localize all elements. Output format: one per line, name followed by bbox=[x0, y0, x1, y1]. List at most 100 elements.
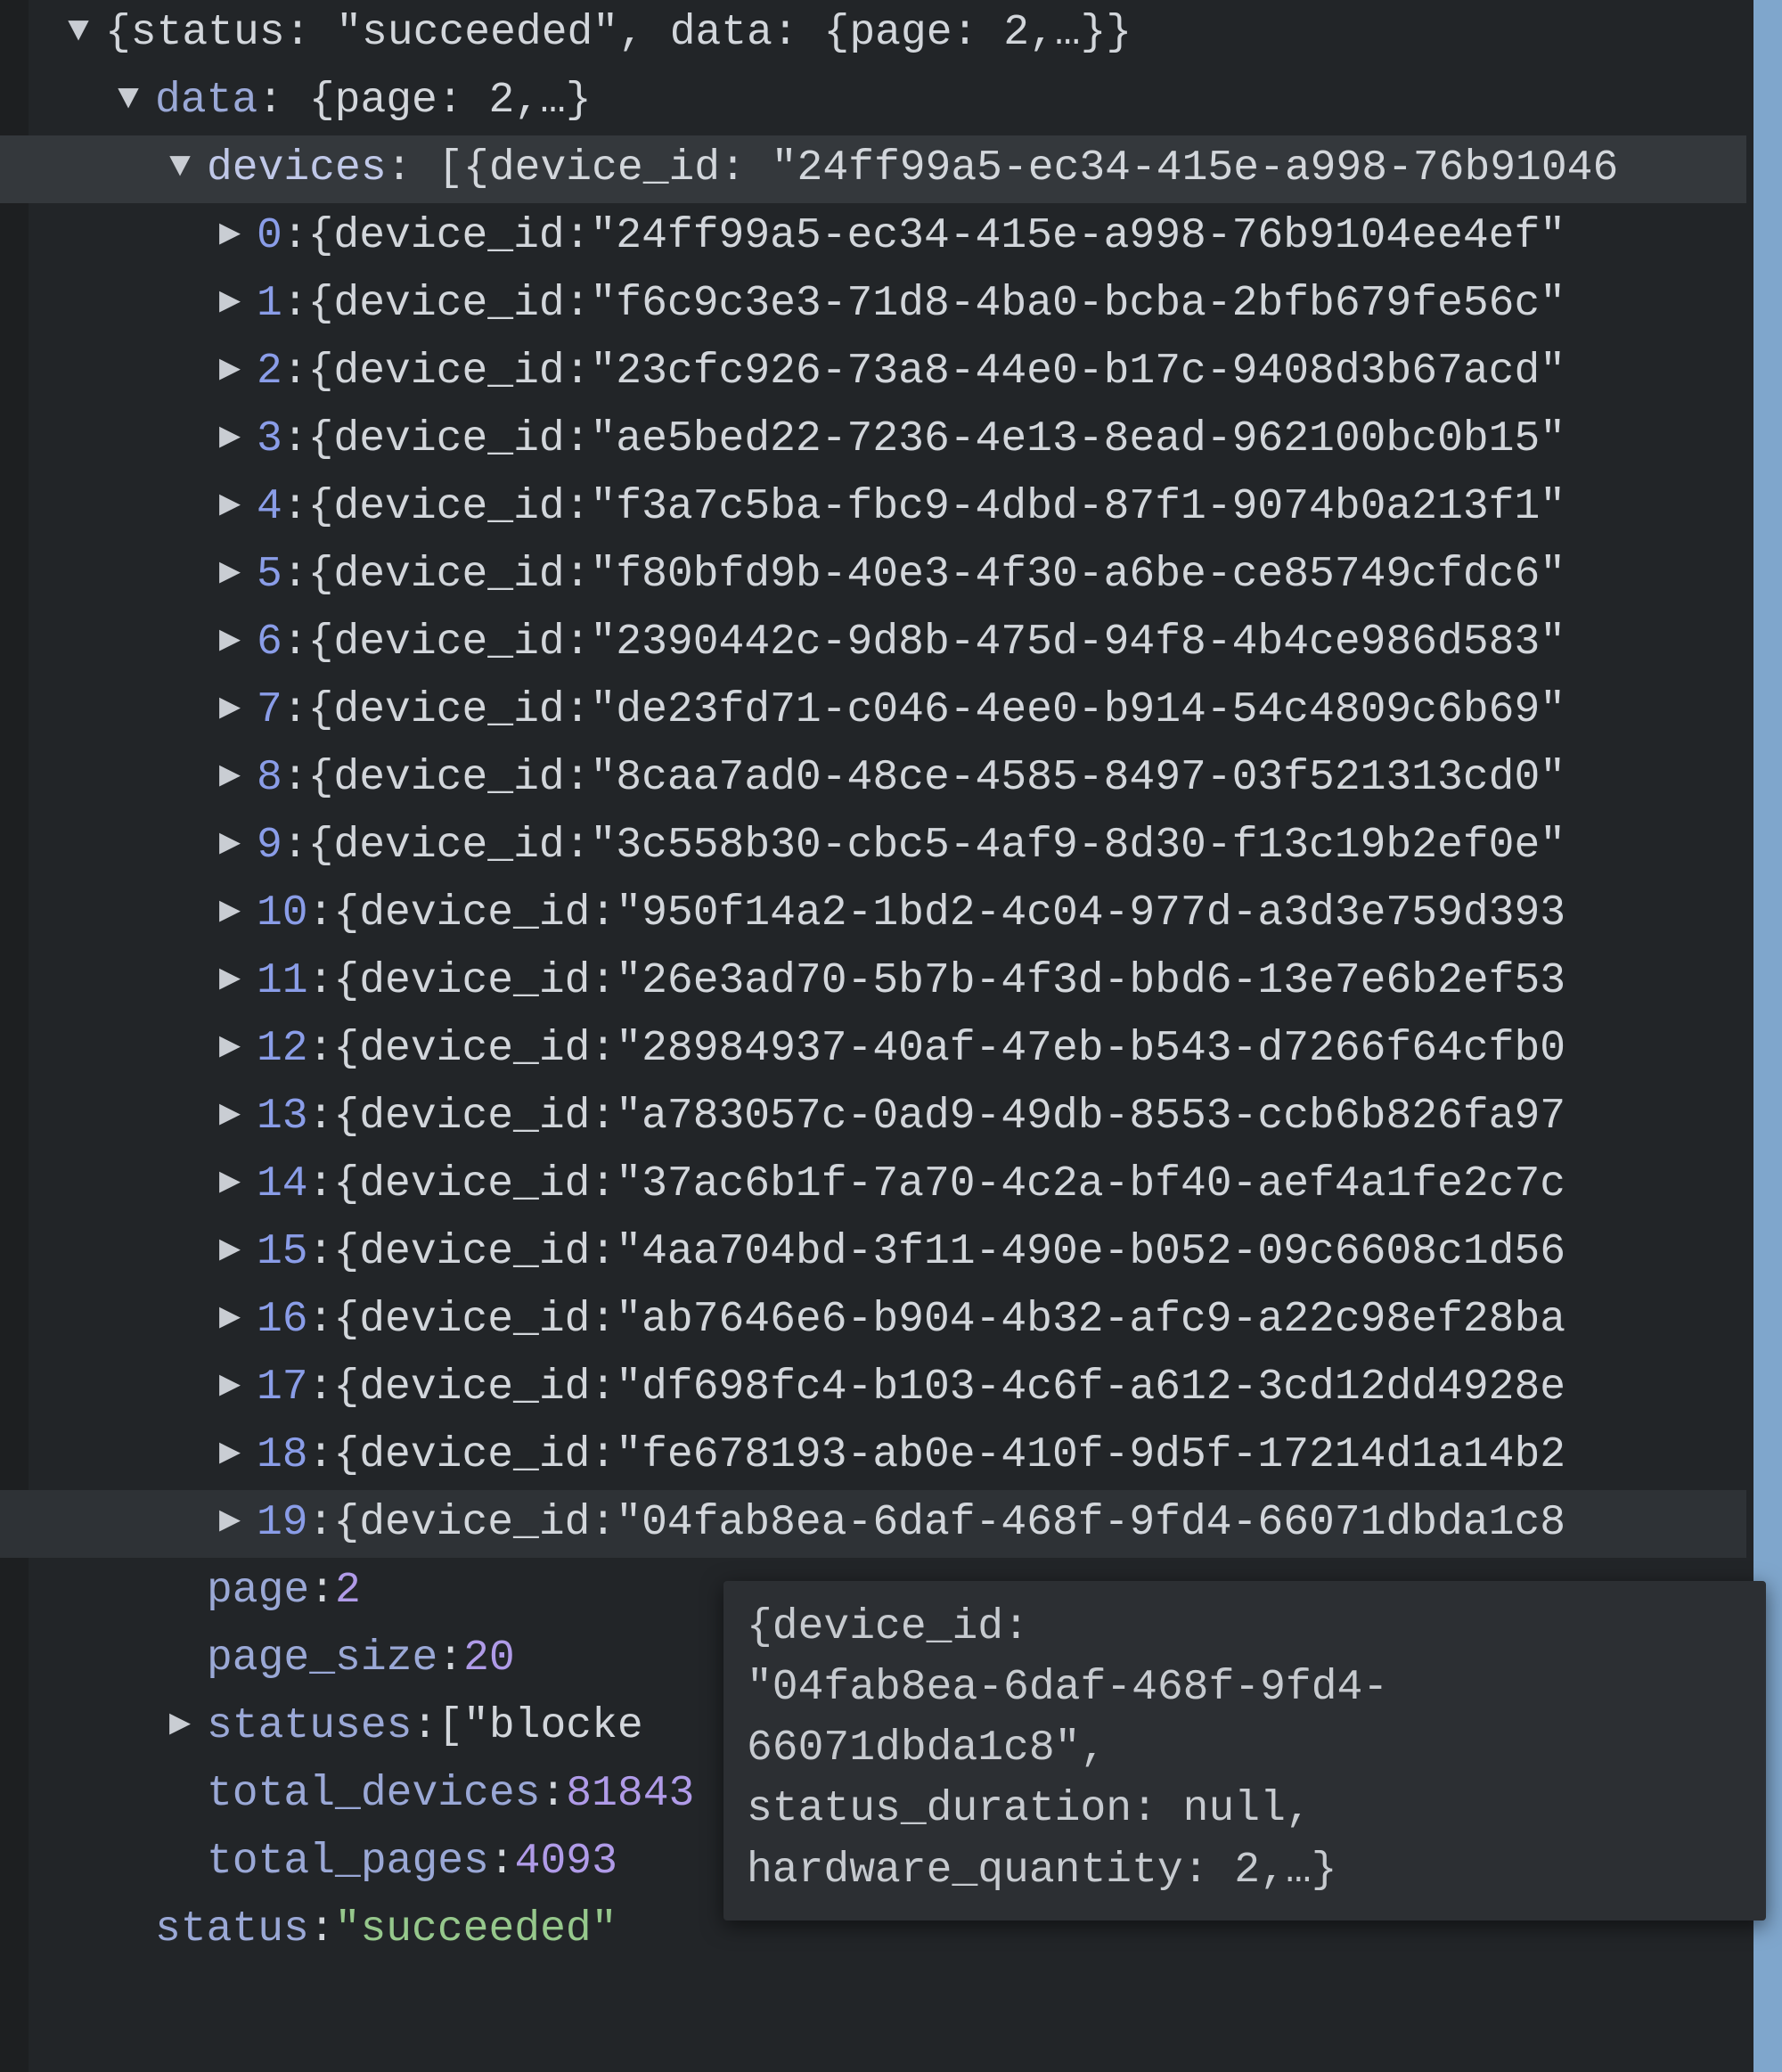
device-item-summary: {device_id: bbox=[333, 948, 616, 1016]
device-item-summary: {device_id: bbox=[308, 406, 591, 474]
devices-summary: : [{device_id: "24ff99a5-ec34-415e-a998-… bbox=[387, 135, 1619, 203]
key-page-size: page_size bbox=[207, 1626, 437, 1693]
chevron-right-icon[interactable]: ▶ bbox=[212, 1155, 248, 1211]
tree-row-device-item[interactable]: ▶17: {device_id: "df698fc4-b103-4c6f-a61… bbox=[0, 1355, 1746, 1422]
device-item-summary: {device_id: bbox=[333, 1084, 616, 1151]
tree-row-device-item[interactable]: ▶13: {device_id: "a783057c-0ad9-49db-855… bbox=[0, 1084, 1746, 1151]
tooltip-line: {device_id: bbox=[747, 1597, 1743, 1658]
chevron-right-icon[interactable]: ▶ bbox=[212, 1494, 248, 1550]
array-index: 9 bbox=[257, 813, 282, 880]
device-id-value: "fe678193-ab0e-410f-9d5f-17214d1a14b2 bbox=[616, 1422, 1565, 1490]
device-item-summary: {device_id: bbox=[308, 339, 591, 406]
device-id-value: "3c558b30-cbc5-4af9-8d30-f13c19b2ef0e" bbox=[590, 813, 1565, 880]
tree-row-devices[interactable]: ▼ devices : [{device_id: "24ff99a5-ec34-… bbox=[0, 135, 1746, 203]
array-index: 11 bbox=[257, 948, 308, 1016]
device-id-value: "a783057c-0ad9-49db-8553-ccb6b826fa97 bbox=[616, 1084, 1565, 1151]
device-item-summary: {device_id: bbox=[333, 1016, 616, 1084]
tree-row-device-item[interactable]: ▶6: {device_id: "2390442c-9d8b-475d-94f8… bbox=[0, 610, 1746, 677]
device-item-summary: {device_id: bbox=[308, 271, 591, 339]
chevron-right-icon[interactable]: ▶ bbox=[212, 1020, 248, 1076]
key-total-devices: total_devices bbox=[207, 1761, 540, 1829]
data-summary: : {page: 2,…} bbox=[257, 68, 591, 135]
tree-row-device-item[interactable]: ▶7: {device_id: "de23fd71-c046-4ee0-b914… bbox=[0, 677, 1746, 745]
chevron-right-icon[interactable]: ▶ bbox=[212, 681, 248, 737]
array-index: 19 bbox=[257, 1490, 308, 1558]
chevron-right-icon[interactable]: ▶ bbox=[212, 1223, 248, 1279]
chevron-right-icon[interactable]: ▶ bbox=[212, 884, 248, 940]
array-index: 18 bbox=[257, 1422, 308, 1490]
tree-row-device-item[interactable]: ▶4: {device_id: "f3a7c5ba-fbc9-4dbd-87f1… bbox=[0, 474, 1746, 542]
device-item-summary: {device_id: bbox=[333, 1219, 616, 1287]
value-statuses: ["blocke bbox=[437, 1693, 642, 1761]
tree-row-device-item[interactable]: ▶18: {device_id: "fe678193-ab0e-410f-9d5… bbox=[0, 1422, 1746, 1490]
array-index: 17 bbox=[257, 1355, 308, 1422]
chevron-right-icon[interactable]: ▶ bbox=[212, 952, 248, 1008]
chevron-right-icon[interactable]: ▶ bbox=[212, 749, 248, 805]
chevron-right-icon[interactable]: ▶ bbox=[212, 545, 248, 602]
chevron-right-icon[interactable]: ▶ bbox=[212, 410, 248, 466]
chevron-right-icon[interactable]: ▶ bbox=[212, 1290, 248, 1347]
tree-row-device-item[interactable]: ▶12: {device_id: "28984937-40af-47eb-b54… bbox=[0, 1016, 1746, 1084]
chevron-right-icon[interactable]: ▶ bbox=[212, 1426, 248, 1482]
chevron-right-icon[interactable]: ▶ bbox=[212, 816, 248, 872]
device-item-summary: {device_id: bbox=[308, 542, 591, 610]
chevron-down-icon[interactable]: ▼ bbox=[110, 71, 146, 127]
chevron-right-icon[interactable]: ▶ bbox=[212, 1087, 248, 1143]
device-item-summary: {device_id: bbox=[333, 1287, 616, 1355]
array-index: 5 bbox=[257, 542, 282, 610]
device-item-summary: {device_id: bbox=[333, 880, 616, 948]
chevron-right-icon[interactable]: ▶ bbox=[212, 342, 248, 398]
tree-row-device-item[interactable]: ▶2: {device_id: "23cfc926-73a8-44e0-b17c… bbox=[0, 339, 1746, 406]
array-index: 6 bbox=[257, 610, 282, 677]
device-id-value: "f6c9c3e3-71d8-4ba0-bcba-2bfb679fe56c" bbox=[590, 271, 1565, 339]
device-id-value: "26e3ad70-5b7b-4f3d-bbd6-13e7e6b2ef53 bbox=[616, 948, 1565, 1016]
tree-row-device-item[interactable]: ▶15: {device_id: "4aa704bd-3f11-490e-b05… bbox=[0, 1219, 1746, 1287]
device-id-value: "2390442c-9d8b-475d-94f8-4b4ce986d583" bbox=[590, 610, 1565, 677]
hover-tooltip: {device_id: "04fab8ea-6daf-468f-9fd4-660… bbox=[723, 1581, 1766, 1920]
chevron-down-icon[interactable]: ▼ bbox=[162, 139, 198, 195]
tree-row-device-item[interactable]: ▶11: {device_id: "26e3ad70-5b7b-4f3d-bbd… bbox=[0, 948, 1746, 1016]
array-index: 3 bbox=[257, 406, 282, 474]
device-item-summary: {device_id: bbox=[333, 1151, 616, 1219]
device-item-summary: {device_id: bbox=[333, 1355, 616, 1422]
chevron-right-icon[interactable]: ▶ bbox=[212, 274, 248, 331]
tree-row-device-item[interactable]: ▶10: {device_id: "950f14a2-1bd2-4c04-977… bbox=[0, 880, 1746, 948]
tree-row-data[interactable]: ▼ data : {page: 2,…} bbox=[0, 68, 1746, 135]
tree-row-device-item[interactable]: ▶0: {device_id: "24ff99a5-ec34-415e-a998… bbox=[0, 203, 1746, 271]
device-id-value: "28984937-40af-47eb-b543-d7266f64cfb0 bbox=[616, 1016, 1565, 1084]
device-id-value: "4aa704bd-3f11-490e-b052-09c6608c1d56 bbox=[616, 1219, 1565, 1287]
key-page: page bbox=[207, 1558, 309, 1626]
tree-row-device-item[interactable]: ▶5: {device_id: "f80bfd9b-40e3-4f30-a6be… bbox=[0, 542, 1746, 610]
chevron-down-icon[interactable]: ▼ bbox=[61, 4, 96, 60]
device-id-value: "ab7646e6-b904-4b32-afc9-a22c98ef28ba bbox=[616, 1287, 1565, 1355]
array-index: 1 bbox=[257, 271, 282, 339]
devices-array: ▶0: {device_id: "24ff99a5-ec34-415e-a998… bbox=[0, 203, 1746, 1558]
tree-row-device-item[interactable]: ▶16: {device_id: "ab7646e6-b904-4b32-afc… bbox=[0, 1287, 1746, 1355]
value-page: 2 bbox=[335, 1558, 361, 1626]
tree-row-device-item[interactable]: ▶19: {device_id: "04fab8ea-6daf-468f-9fd… bbox=[0, 1490, 1746, 1558]
tree-row-device-item[interactable]: ▶3: {device_id: "ae5bed22-7236-4e13-8ead… bbox=[0, 406, 1746, 474]
device-item-summary: {device_id: bbox=[308, 610, 591, 677]
tree-row-root[interactable]: ▼ {status: "succeeded", data: {page: 2,…… bbox=[0, 0, 1746, 68]
value-page-size: 20 bbox=[463, 1626, 515, 1693]
chevron-right-icon[interactable]: ▶ bbox=[212, 1358, 248, 1414]
chevron-right-icon[interactable]: ▶ bbox=[212, 207, 248, 263]
tree-row-device-item[interactable]: ▶14: {device_id: "37ac6b1f-7a70-4c2a-bf4… bbox=[0, 1151, 1746, 1219]
array-index: 8 bbox=[257, 745, 282, 813]
device-item-summary: {device_id: bbox=[333, 1490, 616, 1558]
device-id-value: "37ac6b1f-7a70-4c2a-bf40-aef4a1fe2c7c bbox=[616, 1151, 1565, 1219]
chevron-right-icon[interactable]: ▶ bbox=[162, 1697, 198, 1753]
array-index: 16 bbox=[257, 1287, 308, 1355]
device-id-value: "f3a7c5ba-fbc9-4dbd-87f1-9074b0a213f1" bbox=[590, 474, 1565, 542]
chevron-right-icon[interactable]: ▶ bbox=[212, 478, 248, 534]
tree-row-device-item[interactable]: ▶8: {device_id: "8caa7ad0-48ce-4585-8497… bbox=[0, 745, 1746, 813]
chevron-right-icon[interactable]: ▶ bbox=[212, 613, 248, 669]
tree-row-device-item[interactable]: ▶9: {device_id: "3c558b30-cbc5-4af9-8d30… bbox=[0, 813, 1746, 880]
device-id-value: "950f14a2-1bd2-4c04-977d-a3d3e759d393 bbox=[616, 880, 1565, 948]
key-status: status bbox=[155, 1896, 309, 1964]
tree-row-device-item[interactable]: ▶1: {device_id: "f6c9c3e3-71d8-4ba0-bcba… bbox=[0, 271, 1746, 339]
tooltip-line: "04fab8ea-6daf-468f-9fd4-66071dbda1c8", bbox=[747, 1658, 1743, 1779]
value-total-pages: 4093 bbox=[515, 1829, 617, 1896]
array-index: 4 bbox=[257, 474, 282, 542]
device-item-summary: {device_id: bbox=[308, 203, 591, 271]
